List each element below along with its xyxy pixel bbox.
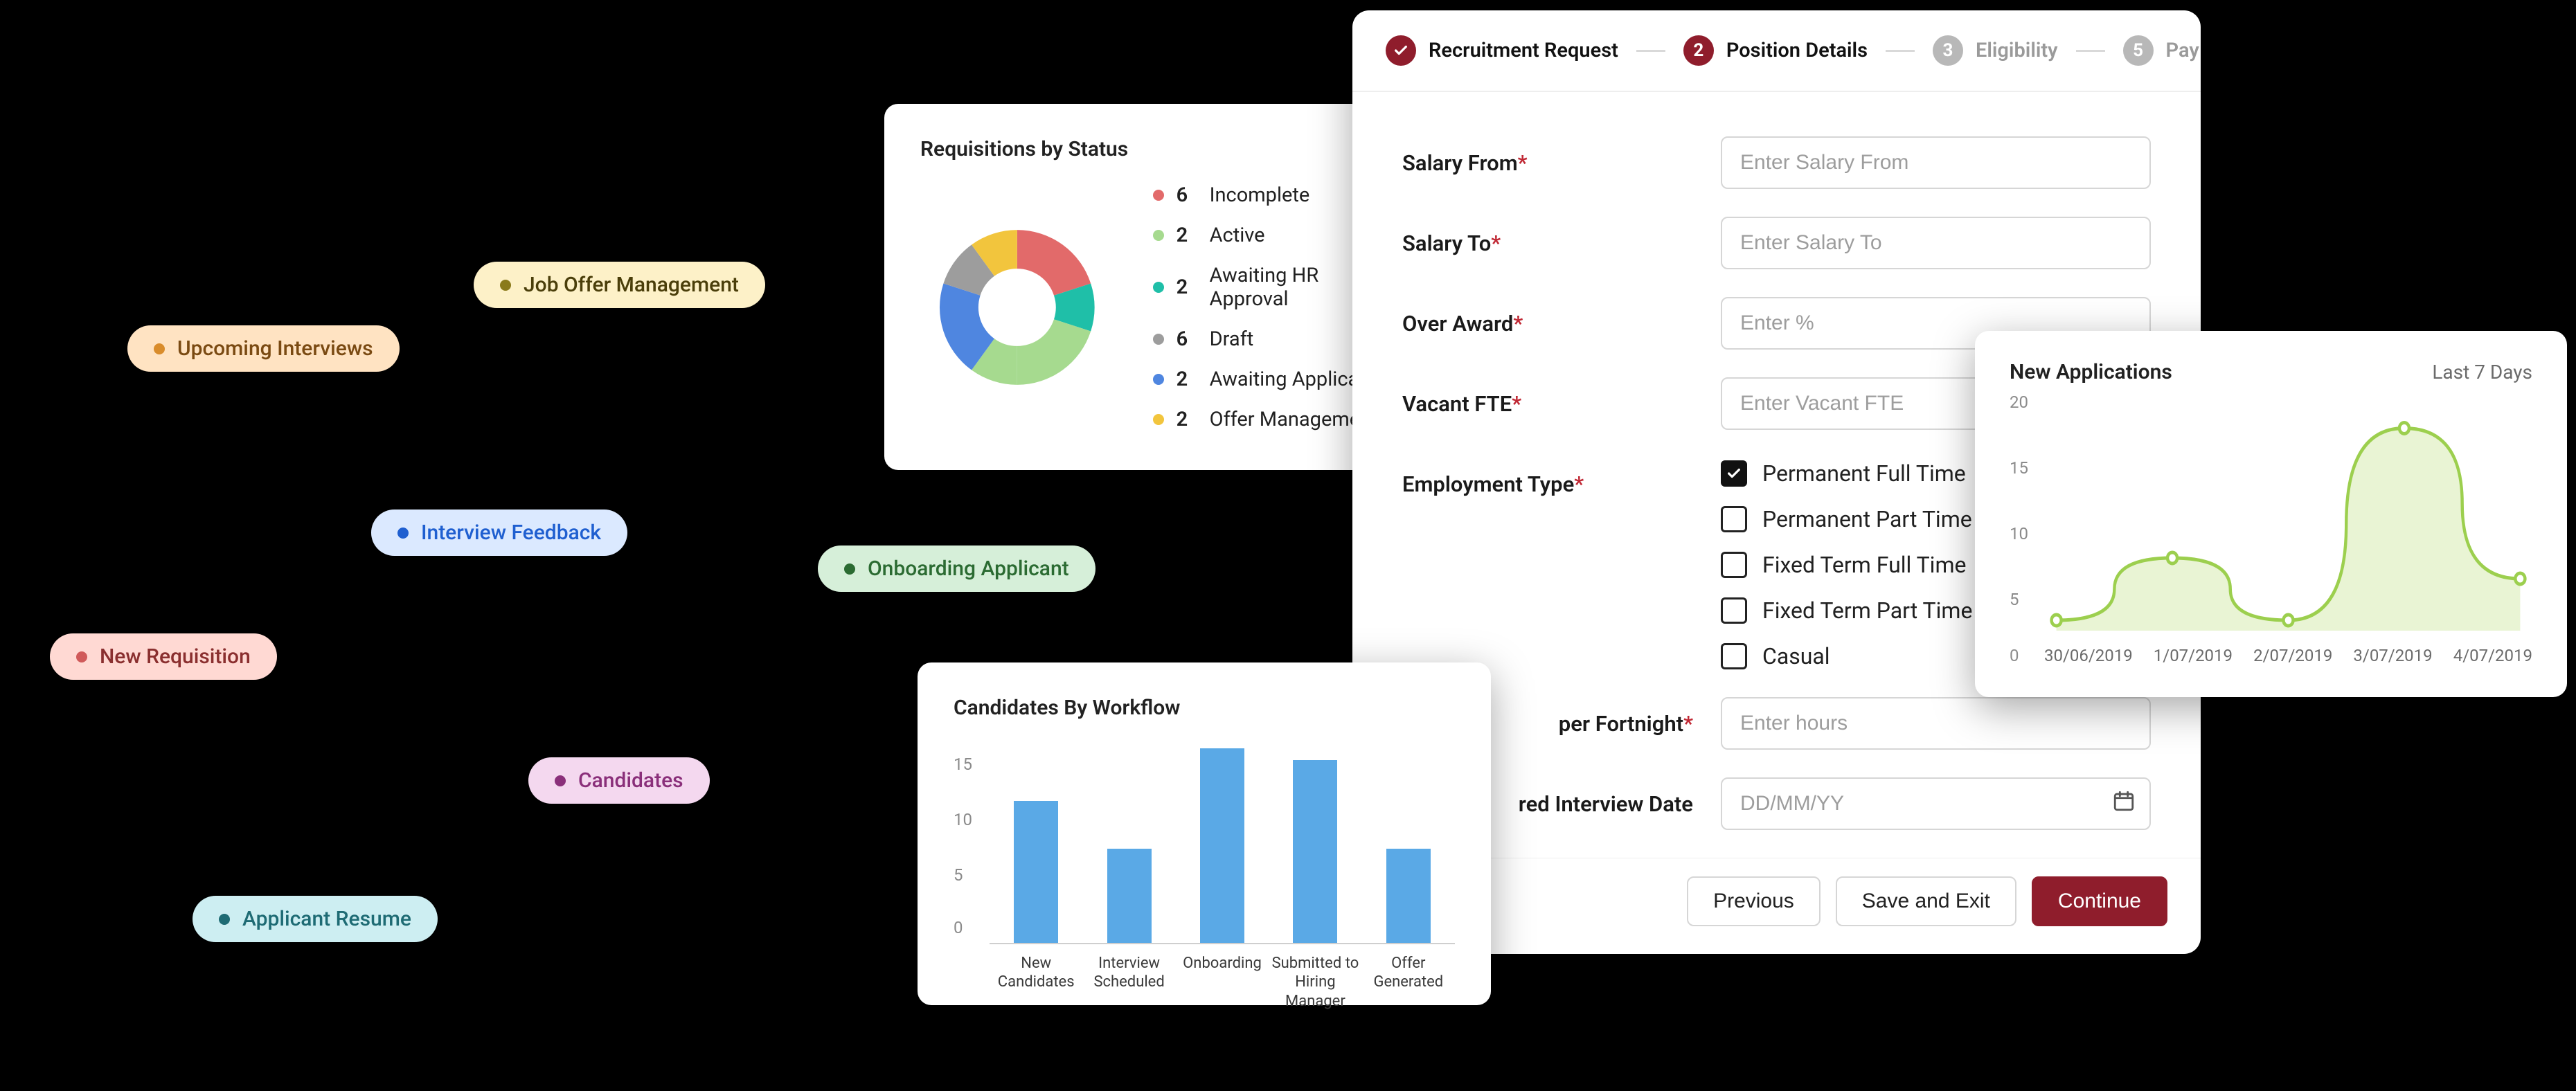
tag-job-offer-management[interactable]: Job Offer Management [474, 262, 765, 308]
step-separator [1886, 50, 1915, 52]
calendar-icon[interactable] [2112, 789, 2136, 818]
input-interview-date[interactable] [1721, 777, 2151, 830]
tag-onboarding-applicant[interactable]: Onboarding Applicant [818, 546, 1095, 592]
checkbox-icon [1721, 506, 1747, 532]
label-employment-type: Employment Type* [1402, 458, 1693, 497]
save-and-exit-button[interactable]: Save and Exit [1836, 876, 2016, 926]
label-salary-to: Salary To* [1402, 217, 1693, 256]
step-number: 2 [1683, 35, 1714, 66]
tag-applicant-resume[interactable]: Applicant Resume [193, 896, 438, 942]
donut-chart [920, 210, 1114, 404]
pill-label: Job Offer Management [524, 273, 739, 297]
step-number: 3 [1933, 35, 1963, 66]
line-chart: 20 15 10 5 0 30/06/20191/07/20192/07/201… [2010, 402, 2532, 665]
new-applications-card: New Applications Last 7 Days 20 15 10 5 … [1975, 331, 2567, 697]
tag-interview-feedback[interactable]: Interview Feedback [371, 510, 627, 556]
input-per-fortnight[interactable] [1721, 697, 2151, 750]
tag-new-requisition[interactable]: New Requisition [50, 633, 277, 680]
card-title: Candidates By Workflow [954, 696, 1455, 720]
pill-label: Upcoming Interviews [177, 336, 373, 361]
date-range: Last 7 Days [2432, 361, 2532, 384]
pill-label: Interview Feedback [421, 521, 601, 545]
step-separator [2076, 50, 2105, 52]
card-title: Requisitions by Status [920, 137, 1402, 161]
checkbox-icon [1721, 460, 1747, 487]
candidates-by-workflow-card: Candidates By Workflow 0 5 10 15 New Can… [918, 662, 1491, 1005]
tag-candidates[interactable]: Candidates [528, 757, 710, 804]
step-pay-details[interactable]: 5 Pay Details [2123, 35, 2201, 66]
label-over-award: Over Award* [1402, 297, 1693, 336]
label-salary-from: Salary From* [1402, 136, 1693, 176]
bar-chart: 0 5 10 15 New CandidatesInterview Schedu… [954, 742, 1455, 977]
step-separator [1636, 50, 1665, 52]
step-position-details[interactable]: 2 Position Details [1683, 35, 1868, 66]
checkbox-icon [1721, 643, 1747, 669]
step-recruitment-request[interactable]: Recruitment Request [1386, 35, 1618, 66]
step-number: 5 [2123, 35, 2154, 66]
checkbox-icon [1721, 597, 1747, 624]
input-salary-to[interactable] [1721, 217, 2151, 269]
pill-label: Candidates [578, 768, 683, 793]
label-vacant-fte: Vacant FTE* [1402, 377, 1693, 417]
tag-upcoming-interviews[interactable]: Upcoming Interviews [127, 325, 400, 372]
pill-label: Applicant Resume [242, 907, 411, 931]
checkbox-icon [1721, 552, 1747, 578]
card-title: New Applications [2010, 360, 2172, 384]
check-icon [1386, 35, 1416, 66]
step-eligibility[interactable]: 3 Eligibility [1933, 35, 2058, 66]
pill-label: New Requisition [100, 644, 251, 669]
continue-button[interactable]: Continue [2032, 876, 2167, 926]
previous-button[interactable]: Previous [1687, 876, 1821, 926]
stepper: Recruitment Request 2 Position Details 3… [1352, 10, 2201, 92]
input-salary-from[interactable] [1721, 136, 2151, 189]
pill-label: Onboarding Applicant [868, 557, 1069, 581]
